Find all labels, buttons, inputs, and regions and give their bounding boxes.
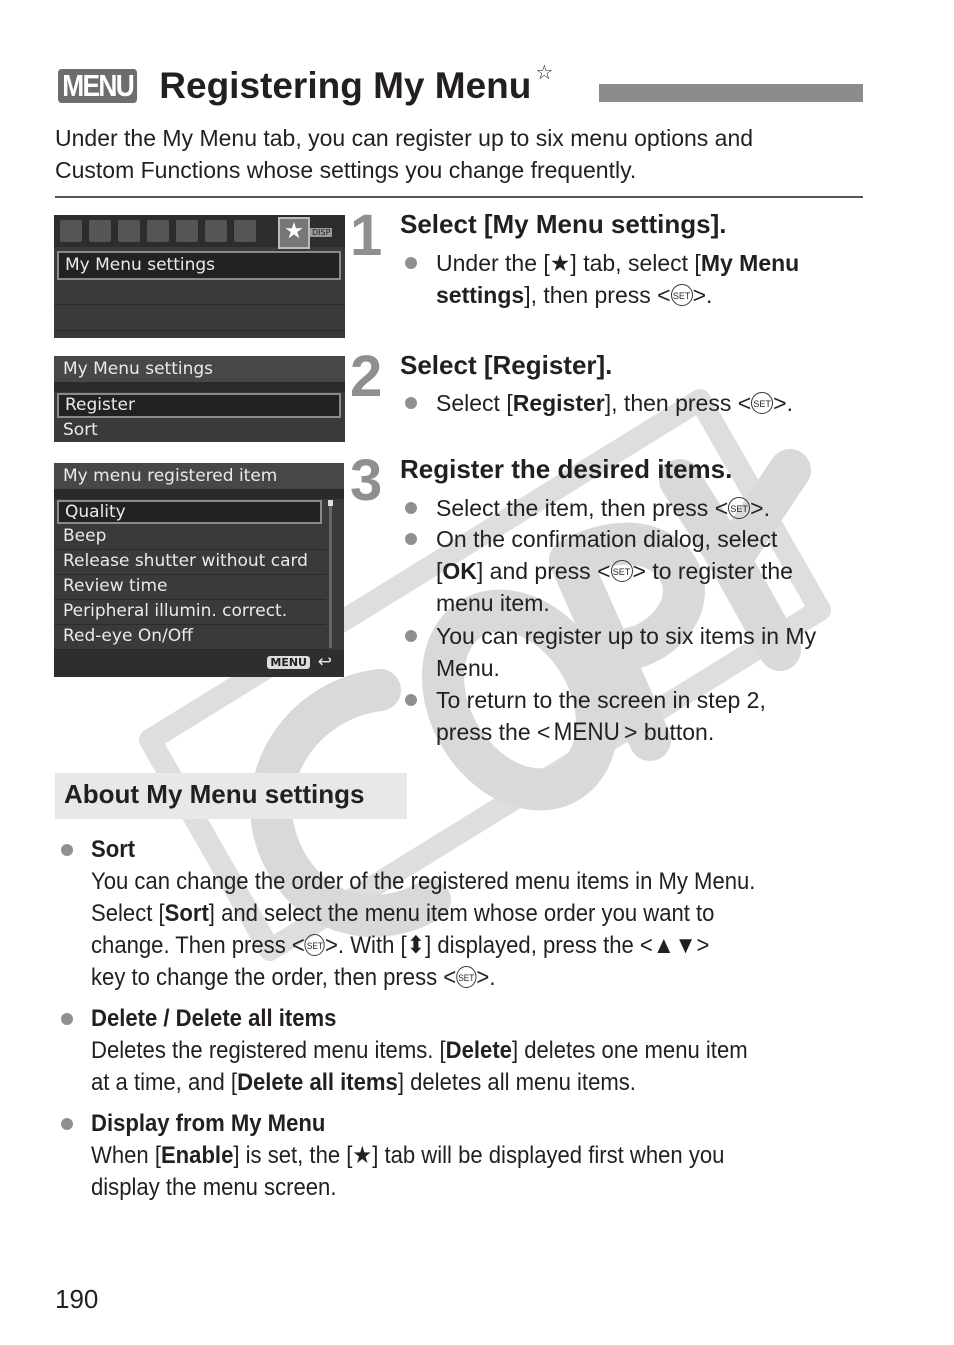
bullet-icon [405,694,417,706]
screen-header: My menu registered item [54,463,344,490]
set-button-icon: SET [751,391,774,414]
about-section-sort: Sort You can change the order of the reg… [91,834,813,994]
star-icon: ★ [352,1142,373,1169]
menu-row-my-menu-settings: My Menu settings [57,251,341,280]
spacer [54,383,345,392]
camera-screen-my-menu-tab: ★ DISP My Menu settings [54,215,345,338]
bullet-icon [405,397,417,409]
menu-row-item: Red-eye On/Off [54,624,326,650]
about-section-delete: Delete / Delete all items Deletes the re… [91,1003,805,1099]
star-outline-icon: ☆ [535,61,554,84]
step-bullet: On the confirmation dialog, select [OK] a… [436,526,793,616]
step-bullet: Under the [★] tab, select [My Menu settin… [436,250,800,308]
bullet-icon [405,502,417,514]
intro-line: Custom Functions whose settings you chan… [55,157,637,183]
section-title: Sort [91,836,136,863]
disp-label: DISP [310,228,333,237]
empty-row [54,279,345,305]
set-button-icon: SET [728,496,751,519]
camera-screen-my-menu-settings: My Menu settings Register Sort [54,356,345,442]
section-line: key to change the order, then press < SET… [91,964,496,991]
section-line: Deletes the registered menu items. [Dele… [91,1037,748,1064]
scrollbar [328,500,333,648]
step-title: Select [Register]. [400,350,613,380]
set-button-icon: SET [456,965,477,988]
menu-row-item: Release shutter without card [54,549,326,575]
step-bullet: Select the item, then press < SET>. [436,495,770,521]
step-number: 2 [350,344,383,409]
title-decor-bar [599,84,863,102]
step-bullet: To return to the screen in step 2, press … [436,687,766,746]
menu-row-item: Quality [57,500,322,524]
up-down-icon: ⬍ [406,932,426,959]
menu-row-item: Beep [54,524,326,550]
up-down-keys-icon: ▲▼ [652,932,697,959]
section-line: at a time, and [Delete all items] delete… [91,1069,636,1096]
step-title: Select [My Menu settings]. [400,209,727,239]
bullet-icon [405,257,417,269]
section-line: When [Enable] is set, the [★] tab will b… [91,1142,725,1169]
intro-line: Under the My Menu tab, you can register … [55,125,754,151]
screen-header: My Menu settings [54,356,345,383]
spacer [54,490,344,499]
section-line: display the menu screen. [91,1174,337,1201]
menu-row-item: Peripheral illumin. correct. [54,599,326,625]
menu-tab-bar: ★ DISP [54,215,345,249]
bullet-icon [61,1118,73,1130]
menu-row-sort: Sort [54,418,345,442]
section-line: Select [Sort] and select the menu item w… [91,900,715,927]
empty-row [54,305,345,331]
bullet-icon [61,844,73,856]
page-number: 190 [55,1284,99,1314]
bullet-icon [405,533,417,545]
step-bullet: You can register up to six items in My Me… [436,623,817,681]
return-icon: ↩ [317,652,332,672]
menu-row-register: Register [57,393,341,418]
divider [55,196,863,198]
page-title-row: MENU Registering My Menu ☆ [58,62,553,106]
camera-screen-registered-items: My menu registered item Quality Beep Rel… [54,463,344,677]
set-button-icon: SET [304,933,326,956]
set-button-icon: SET [610,559,633,582]
playback-tab-icon [147,220,169,242]
set-button-icon: SET [670,283,693,306]
bullet-icon [405,630,417,642]
section-title: Display from My Menu [91,1110,326,1137]
step-number: 1 [350,203,383,268]
shooting-tab-icon [60,220,82,242]
section-line: change. Then press < SET>. With [⬍] displ… [91,932,710,959]
about-heading: About My Menu settings [64,779,365,809]
about-section-display: Display from My Menu When [Enable] is se… [91,1108,780,1204]
shooting-tab-icon [89,220,111,242]
scrollbar-thumb [328,500,333,506]
step-bullet: Select [Register], then press < SET>. [436,390,793,416]
setup-tab-icon [234,220,256,242]
screen-footer: MENU ↩ [54,650,344,677]
star-icon: ★ [549,250,571,276]
menu-tab-icon: MENU [58,69,138,103]
page-title: Registering My Menu [159,65,532,106]
step-number: 3 [350,448,383,513]
setup-tab-icon [176,220,198,242]
bullet-icon [61,1013,73,1025]
intro-text: Under the My Menu tab, you can register … [55,122,855,186]
menu-row-item: Review time [54,574,326,600]
step-title: Register the desired items. [400,454,733,484]
star-tab-icon: ★ [278,217,310,249]
setup-tab-icon [205,220,227,242]
menu-button-icon: MENU [267,656,310,669]
playback-tab-icon [118,220,140,242]
section-line: You can change the order of the register… [91,868,756,895]
section-title: Delete / Delete all items [91,1005,337,1032]
menu-button-label: MENU [554,718,621,746]
